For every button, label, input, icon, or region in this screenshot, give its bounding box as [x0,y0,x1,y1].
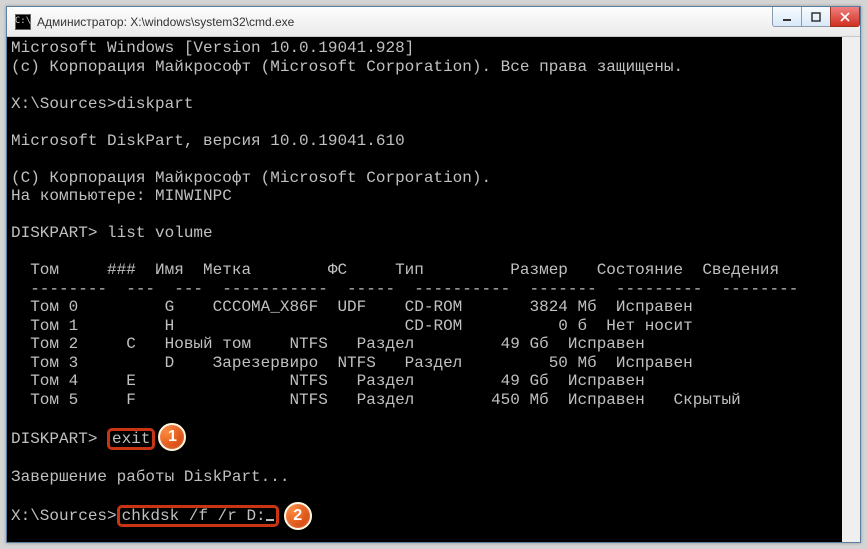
highlight-chkdsk: chkdsk /f /r D:2 [117,505,279,527]
table-row: Том 4 E NTFS Раздел 49 Gб Исправен [11,372,645,390]
window-title: Администратор: X:\windows\system32\cmd.e… [37,15,294,29]
annotation-badge-2: 2 [284,502,312,530]
prompt: X:\Sources> [11,95,117,113]
minimize-icon [782,12,792,22]
table-rule: -------- --- --- ----------- ----- -----… [11,280,798,298]
table-row: Том 3 D Зарезервиро NTFS Раздел 50 Mб Ис… [11,354,693,372]
annotation-badge-1: 1 [158,423,186,451]
prompt: DISKPART> [11,224,107,242]
command: diskpart [117,95,194,113]
minimize-button[interactable] [772,7,802,27]
line: (C) Корпорация Майкрософт (Microsoft Cor… [11,169,491,187]
table-header: Том ### Имя Метка ФС Тип Размер Состояни… [11,261,779,279]
prompt: DISKPART> [11,430,107,448]
scrollbar-up[interactable]: ▴ [842,37,860,53]
close-icon [840,12,850,22]
cmd-window: C:\ Администратор: X:\windows\system32\c… [6,6,861,543]
prompt: X:\Sources> [11,507,117,525]
highlight-exit: exit1 [107,428,155,450]
table-row: Том 5 F NTFS Раздел 450 Mб Исправен Скры… [11,391,741,409]
table-row: Том 1 H CD-ROM 0 б Нет носит [11,317,693,335]
maximize-icon [811,12,821,22]
line: Microsoft DiskPart, версия 10.0.19041.61… [11,132,405,150]
table-row: Том 0 G CCCOMA_X86F UDF CD-ROM 3824 Мб И… [11,298,693,316]
command: chkdsk /f /r D: [122,507,266,525]
maximize-button[interactable] [801,7,831,27]
table-row: Том 2 C Новый том NTFS Раздел 49 Gб Испр… [11,335,645,353]
scrollbar-down[interactable]: ▾ [842,526,860,542]
close-button[interactable] [830,7,860,27]
line: (c) Корпорация Майкрософт (Microsoft Cor… [11,58,683,76]
command: list volume [107,224,213,242]
cursor [266,519,274,521]
line: Microsoft Windows [Version 10.0.19041.92… [11,39,414,57]
cmd-icon: C:\ [15,14,31,30]
window-controls [773,7,860,27]
line: На компьютере: MINWINPC [11,187,232,205]
scrollbar-thumb[interactable] [842,496,860,526]
titlebar[interactable]: C:\ Администратор: X:\windows\system32\c… [7,7,860,37]
command: exit [112,430,150,448]
line: Завершение работы DiskPart... [11,468,289,486]
terminal-output[interactable]: Microsoft Windows [Version 10.0.19041.92… [7,37,860,542]
